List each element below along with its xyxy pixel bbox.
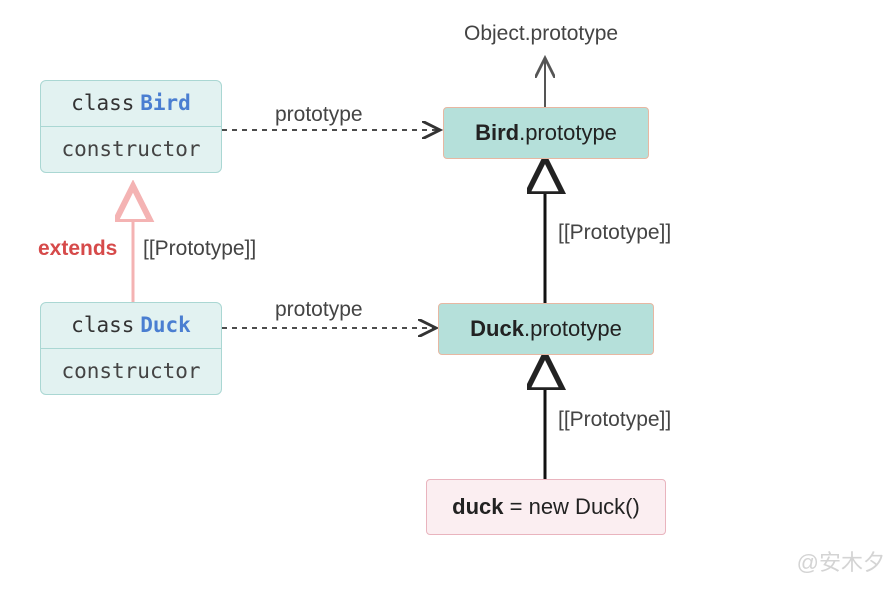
constructor-label: constructor [61, 359, 200, 383]
instance-var: duck [452, 494, 503, 519]
prototype-label-1: prototype [275, 103, 363, 127]
watermark: @安木夕 [797, 545, 885, 577]
class-bird-header: class Bird [41, 81, 221, 127]
keyword-class: class [71, 91, 134, 115]
constructor-label: constructor [61, 137, 200, 161]
instance-rest: = new Duck() [504, 494, 640, 519]
class-duck-box: class Duck constructor [40, 302, 222, 395]
prototype-label-2: prototype [275, 298, 363, 322]
class-name-bird: Bird [140, 91, 191, 115]
class-name-duck: Duck [140, 313, 191, 337]
class-bird-constructor: constructor [41, 127, 221, 172]
class-bird-box: class Bird constructor [40, 80, 222, 173]
class-duck-constructor: constructor [41, 349, 221, 394]
object-prototype-label: Object.prototype [464, 22, 618, 46]
bird-prototype-box: Bird.prototype [443, 107, 649, 159]
duck-prototype-box: Duck.prototype [438, 303, 654, 355]
prototype-bracket-label-2: [[Prototype]] [558, 221, 671, 245]
proto-rest: .prototype [519, 120, 617, 145]
duck-instance-box: duck = new Duck() [426, 479, 666, 535]
keyword-class: class [71, 313, 134, 337]
prototype-bracket-label-1: [[Prototype]] [143, 237, 256, 261]
proto-bold: Bird [475, 120, 519, 145]
proto-rest: .prototype [524, 316, 622, 341]
extends-label: extends [38, 237, 117, 261]
prototype-bracket-label-3: [[Prototype]] [558, 408, 671, 432]
proto-bold: Duck [470, 316, 524, 341]
class-duck-header: class Duck [41, 303, 221, 349]
